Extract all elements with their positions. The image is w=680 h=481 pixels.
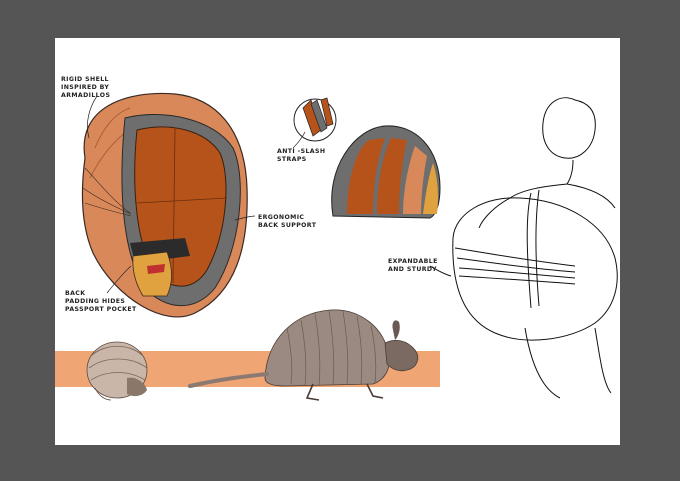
strap-detail-view <box>292 97 337 149</box>
ergonomic-note: ERGONOMIC BACK SUPPORT <box>258 214 316 230</box>
note-line: ARMADILLOS <box>61 92 111 99</box>
note-line: INSPIRED BY <box>61 84 110 91</box>
note-line: EXPANDABLE <box>388 258 438 265</box>
note-line: ERGONOMIC <box>258 214 305 221</box>
note-line: ANTI -SLASH <box>277 148 326 155</box>
anti-slash-note: ANTI -SLASH STRAPS <box>277 148 325 164</box>
dome-detail-view <box>331 125 441 219</box>
note-line: BACK SUPPORT <box>258 222 317 229</box>
note-line: PASSPORT POCKET <box>65 306 137 313</box>
note-line: RIGID SHELL <box>61 76 109 83</box>
note-line: AND STURDY <box>388 266 437 273</box>
sketch-sheet: RIGID SHELL INSPIRED BY ARMADILLOS ANTI … <box>55 38 620 445</box>
back-padding-note: BACK PADDING HIDES PASSPORT POCKET <box>65 290 137 314</box>
backpack-main-view <box>81 92 256 318</box>
expandable-note: EXPANDABLE AND STURDY <box>388 258 438 274</box>
note-line: PADDING HIDES <box>65 298 126 305</box>
note-line: STRAPS <box>277 156 307 163</box>
note-line: BACK <box>65 290 86 297</box>
armadillo-rolled <box>86 341 148 401</box>
rigid-shell-note: RIGID SHELL INSPIRED BY ARMADILLOS <box>61 76 110 100</box>
concept-art <box>55 92 618 401</box>
person-back-view <box>429 97 618 399</box>
